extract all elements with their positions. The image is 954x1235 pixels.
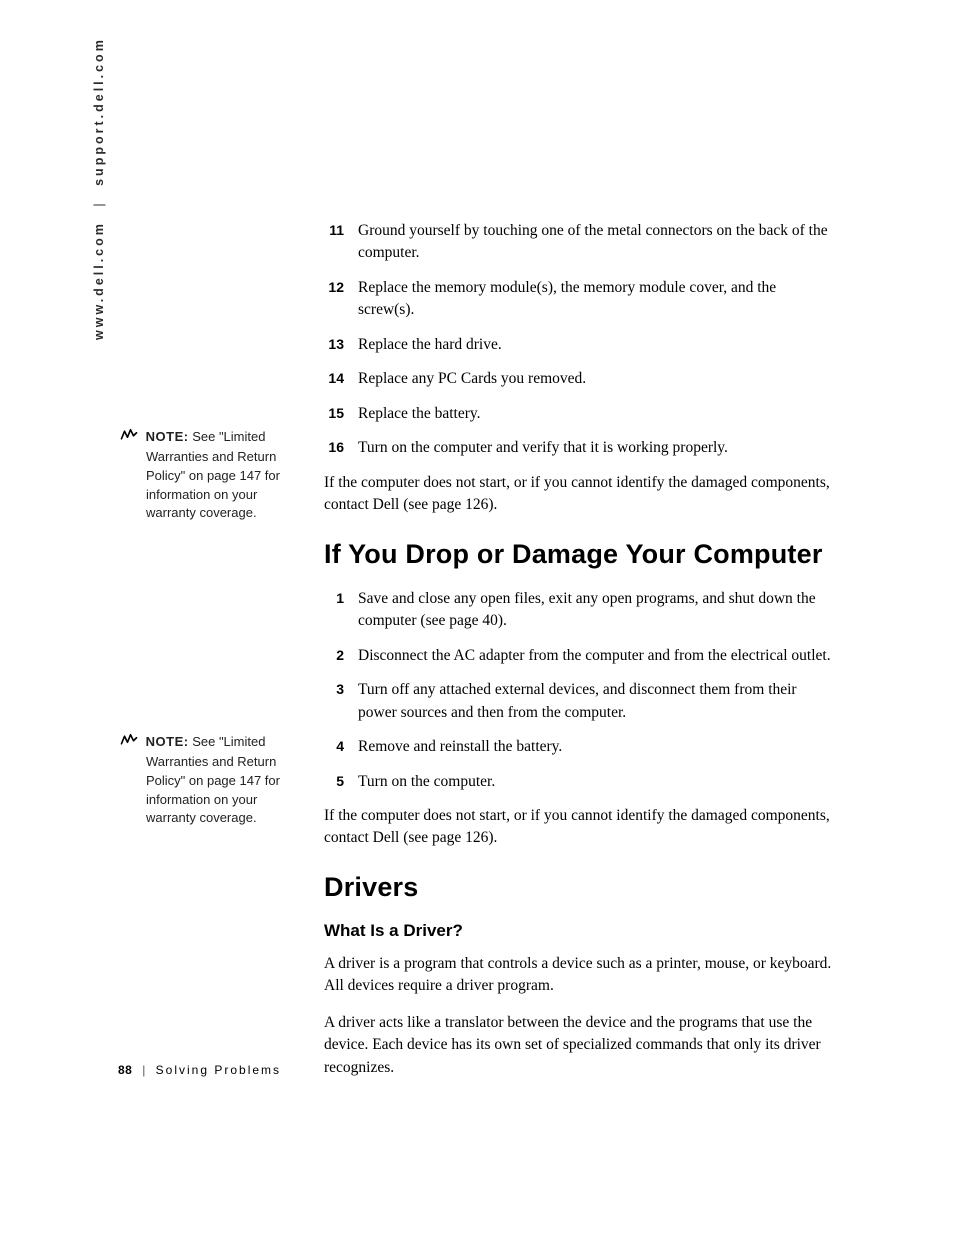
main-content: 11 Ground yourself by touching one of th… bbox=[324, 220, 832, 1093]
step-number: 2 bbox=[324, 645, 358, 667]
note-label-1: NOTE: bbox=[146, 429, 189, 444]
step-number: 5 bbox=[324, 771, 358, 793]
step-text: Replace the memory module(s), the memory… bbox=[358, 277, 832, 322]
step-number: 11 bbox=[324, 220, 358, 265]
footer-section: Solving Problems bbox=[156, 1063, 281, 1077]
subheading-what-is-driver: What Is a Driver? bbox=[324, 921, 832, 941]
page: www.dell.com | support.dell.com NOTE: Se… bbox=[0, 0, 954, 1235]
step-text: Replace any PC Cards you removed. bbox=[358, 368, 832, 390]
heading-drivers: Drivers bbox=[324, 872, 832, 903]
step-text: Save and close any open files, exit any … bbox=[358, 588, 832, 633]
page-footer: 88 | Solving Problems bbox=[118, 1063, 281, 1077]
page-number: 88 bbox=[118, 1063, 132, 1077]
step-text: Ground yourself by touching one of the m… bbox=[358, 220, 832, 265]
heading-drop-damage: If You Drop or Damage Your Computer bbox=[324, 539, 832, 570]
step-text: Turn off any attached external devices, … bbox=[358, 679, 832, 724]
note-label-2: NOTE: bbox=[146, 734, 189, 749]
step-4: 4 Remove and reinstall the battery. bbox=[324, 736, 832, 758]
paragraph-after-steps-2: If the computer does not start, or if yo… bbox=[324, 805, 832, 850]
step-text: Replace the battery. bbox=[358, 403, 832, 425]
note-icon bbox=[120, 428, 138, 448]
side-url-left: www.dell.com bbox=[92, 221, 106, 340]
step-number: 3 bbox=[324, 679, 358, 724]
drivers-paragraph-1: A driver is a program that controls a de… bbox=[324, 953, 832, 998]
step-text: Turn on the computer and verify that it … bbox=[358, 437, 832, 459]
side-url-pipe: | bbox=[92, 200, 106, 206]
step-16: 16 Turn on the computer and verify that … bbox=[324, 437, 832, 459]
note-icon bbox=[120, 733, 138, 753]
step-text: Replace the hard drive. bbox=[358, 334, 832, 356]
step-12: 12 Replace the memory module(s), the mem… bbox=[324, 277, 832, 322]
footer-pipe: | bbox=[142, 1063, 146, 1077]
step-14: 14 Replace any PC Cards you removed. bbox=[324, 368, 832, 390]
note-2: NOTE: See "Limited Warranties and Return… bbox=[146, 733, 301, 828]
step-text: Remove and reinstall the battery. bbox=[358, 736, 832, 758]
side-url-right: support.dell.com bbox=[92, 37, 106, 186]
step-11: 11 Ground yourself by touching one of th… bbox=[324, 220, 832, 265]
step-13: 13 Replace the hard drive. bbox=[324, 334, 832, 356]
step-number: 12 bbox=[324, 277, 358, 322]
step-number: 14 bbox=[324, 368, 358, 390]
step-1: 1 Save and close any open files, exit an… bbox=[324, 588, 832, 633]
drivers-paragraph-2: A driver acts like a translator between … bbox=[324, 1012, 832, 1079]
step-number: 4 bbox=[324, 736, 358, 758]
paragraph-after-steps-1: If the computer does not start, or if yo… bbox=[324, 472, 832, 517]
side-url: www.dell.com | support.dell.com bbox=[92, 37, 106, 340]
step-2: 2 Disconnect the AC adapter from the com… bbox=[324, 645, 832, 667]
step-number: 15 bbox=[324, 403, 358, 425]
step-number: 13 bbox=[324, 334, 358, 356]
step-3: 3 Turn off any attached external devices… bbox=[324, 679, 832, 724]
note-1: NOTE: See "Limited Warranties and Return… bbox=[146, 428, 301, 523]
step-text: Disconnect the AC adapter from the compu… bbox=[358, 645, 832, 667]
step-number: 1 bbox=[324, 588, 358, 633]
step-number: 16 bbox=[324, 437, 358, 459]
step-5: 5 Turn on the computer. bbox=[324, 771, 832, 793]
step-text: Turn on the computer. bbox=[358, 771, 832, 793]
step-15: 15 Replace the battery. bbox=[324, 403, 832, 425]
